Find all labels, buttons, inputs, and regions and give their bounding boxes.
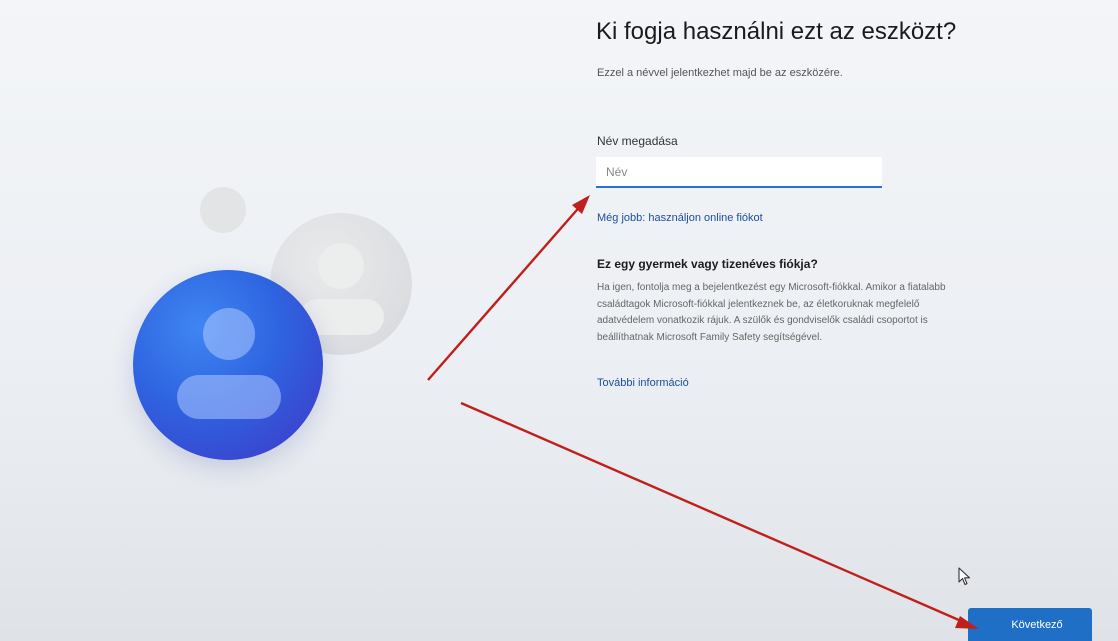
description-line: családtagok Microsoft-fiókkal jelentkezn… [597,298,920,310]
description-line: beállíthatnak Microsoft Family Safety se… [597,331,823,343]
account-illustration [0,0,560,641]
child-account-heading: Ez egy gyermek vagy tizenéves fiókja? [597,257,818,271]
oobe-account-setup-page: Ki fogja használni ezt az eszközt? Ezzel… [0,0,1118,641]
description-line: Ha igen, fontolja meg a bejelentkezést e… [597,282,946,293]
avatar-head-shape [318,243,364,289]
page-subtitle: Ezzel a névvel jelentkezhet majd be az e… [597,67,843,79]
next-button[interactable]: Következő [968,608,1092,641]
page-title: Ki fogja használni ezt az eszközt? [596,18,957,45]
primary-user-avatar-icon [133,270,323,460]
name-field-label: Név megadása [597,134,678,148]
avatar-body-shape [177,375,281,419]
online-account-link[interactable]: Még jobb: használjon online fiókot [597,212,763,224]
child-account-description: Ha igen, fontolja meg a bejelentkezést e… [597,280,1087,346]
description-line: adatvédelem vonatkozik rájuk. A szülők é… [597,315,928,326]
avatar-head-shape [203,308,255,360]
decorative-dot [200,187,246,233]
name-input[interactable] [596,157,882,188]
more-info-link[interactable]: További információ [597,377,689,389]
mouse-pointer-icon [958,567,971,586]
